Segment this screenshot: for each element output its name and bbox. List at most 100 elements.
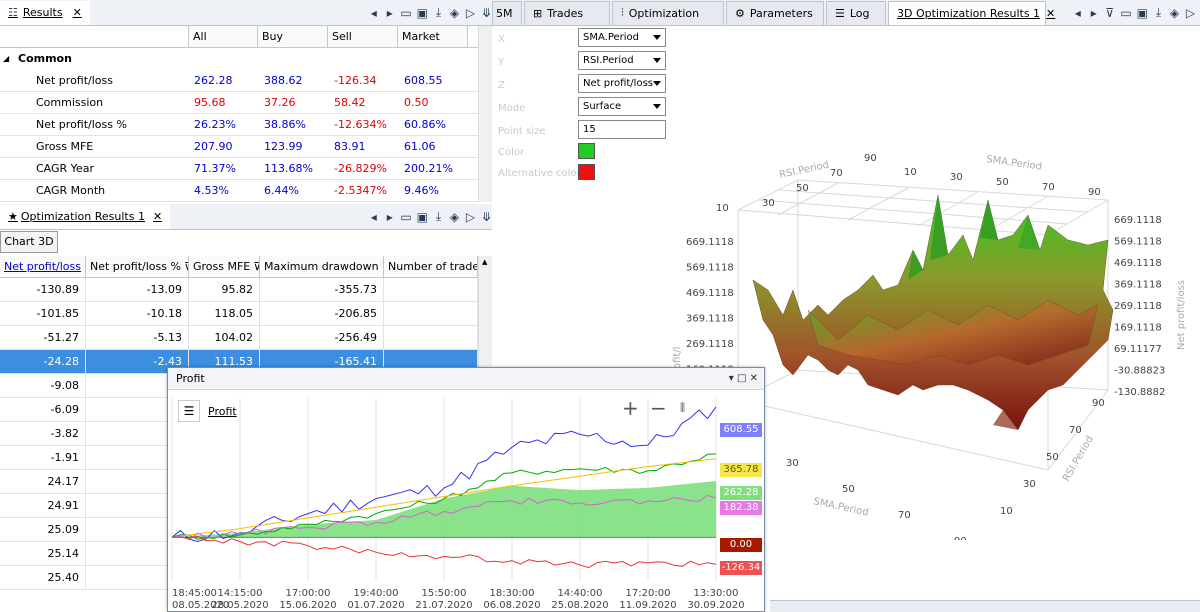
x-select[interactable]: SMA.Period <box>578 28 666 47</box>
table-row[interactable]: -130.89 -13.09 95.82 -355.73 <box>0 278 478 302</box>
sma-tick-label: 70 <box>898 510 911 521</box>
y-select-value: RSI.Period <box>583 55 634 66</box>
collapse-icon[interactable]: ◢ <box>3 48 9 70</box>
results-scrollbar[interactable] <box>478 26 492 202</box>
color-swatch[interactable] <box>578 143 595 159</box>
profit-title: Profit <box>176 372 205 385</box>
scroll-icon[interactable]: ⤋ <box>481 6 492 20</box>
mode-select[interactable]: Surface <box>578 97 666 116</box>
close-icon[interactable]: ✕ <box>1046 7 1055 20</box>
arrow-right-icon[interactable]: ▸ <box>384 210 395 224</box>
cell-dd: -355.73 <box>260 278 384 302</box>
scroll-up-icon[interactable]: ▲ <box>482 258 487 266</box>
star-icon: ★ <box>8 210 18 223</box>
arrow-left-icon[interactable]: ◂ <box>368 210 379 224</box>
sma-tick-label: 50 <box>842 484 855 495</box>
cell-nplp: -5.13 <box>86 326 189 350</box>
x-label: X <box>498 34 505 45</box>
profit-titlebar[interactable]: Profit ▾ □ ✕ <box>168 368 764 390</box>
z-select[interactable]: Net profit/loss <box>578 74 666 93</box>
code-icon[interactable]: ◈ <box>449 6 460 20</box>
table-row[interactable]: -51.27 -5.13 104.02 -256.49 <box>0 326 478 350</box>
results-row[interactable]: CAGR Month 4.53% 6.44% -2.5347% 9.46% <box>0 180 478 202</box>
tab-5m[interactable]: 5M <box>492 0 522 25</box>
col-max-drawdown[interactable]: Maximum drawdown⊽ <box>260 256 384 278</box>
tab-trades[interactable]: ⊞ Trades <box>524 0 610 25</box>
x-tick-time: 15:50:00 <box>422 588 467 599</box>
maximize-icon[interactable]: □ <box>737 373 746 384</box>
tab-parameters[interactable]: ⚙ Parameters <box>726 0 824 25</box>
tab-3d-optimization[interactable]: 3D Optimization Results 1 ✕ <box>888 0 1055 25</box>
scroll-icon[interactable]: ⤋ <box>481 210 492 224</box>
profit-window[interactable]: Profit ▾ □ ✕ ☰ Profit + − ⫼ 18:45:00 08.0… <box>167 367 765 612</box>
cell-npl: -1.91 <box>0 446 86 470</box>
tab-results[interactable]: ☷ Results ✕ <box>0 0 90 25</box>
value-badge: -126.34 <box>720 561 762 575</box>
results-row[interactable]: Net profit/loss 262.28 388.62 -126.34 608.55 <box>0 70 478 92</box>
results-row[interactable]: Commission 95.68 37.26 58.42 0.50 <box>0 92 478 114</box>
tab-optimization-results[interactable]: ★ Optimization Results 1 ✕ <box>0 204 171 229</box>
arrow-left-icon[interactable]: ◂ <box>368 6 379 20</box>
cell-buy: 38.86% <box>264 118 306 131</box>
col-gross-mfe[interactable]: Gross MFE⊽ <box>189 256 260 278</box>
folder-icon[interactable]: ▭ <box>400 210 411 224</box>
save-icon[interactable]: ▣ <box>417 210 428 224</box>
arrow-left-icon[interactable]: ◂ <box>1072 6 1083 20</box>
table-row[interactable]: -101.85 -10.18 118.05 -206.85 <box>0 302 478 326</box>
download-icon[interactable]: ⤓ <box>433 5 444 20</box>
dropdown-icon[interactable]: ▾ <box>729 373 734 384</box>
arrow-right-icon[interactable]: ▸ <box>384 6 395 20</box>
alt-color-swatch[interactable] <box>578 164 595 180</box>
chart3d-button[interactable]: Chart 3D <box>0 231 58 253</box>
tab-optimization[interactable]: ⫶ Optimization <box>612 0 724 25</box>
chart3d-surface <box>752 194 1114 431</box>
folder-icon[interactable]: ▭ <box>1120 6 1131 20</box>
col-sell[interactable]: Sell <box>328 26 398 48</box>
code-icon[interactable]: ◈ <box>449 210 460 224</box>
download-icon[interactable]: ⤓ <box>1153 5 1164 20</box>
results-toolbar: ◂ ▸ ▭ ▣ ⤓ ◈ ▷ ⤋ <box>362 5 492 20</box>
results-row[interactable]: Gross MFE 207.90 123.99 83.91 61.06 <box>0 136 478 158</box>
cell-buy: 123.99 <box>264 140 303 153</box>
save-icon[interactable]: ▣ <box>1137 6 1148 20</box>
filter-icon[interactable]: ⊽ <box>253 260 259 273</box>
col-all[interactable]: All <box>188 26 258 48</box>
col-trades[interactable]: Number of trades <box>384 256 478 278</box>
cell-npl: -6.09 <box>0 398 86 422</box>
y-select[interactable]: RSI.Period <box>578 51 666 70</box>
x-tick-time: 19:40:00 <box>354 588 399 599</box>
download-icon[interactable]: ⤓ <box>433 209 444 224</box>
play-icon[interactable]: ▷ <box>1185 6 1196 20</box>
chevron-down-icon <box>653 35 661 40</box>
tab-parameters-label: Parameters <box>749 6 813 20</box>
col-buy[interactable]: Buy <box>258 26 328 48</box>
tab-log[interactable]: ☰ Log <box>826 0 886 25</box>
col-net-profit[interactable]: Net profit/loss <box>0 256 86 278</box>
close-icon[interactable]: ✕ <box>750 373 758 384</box>
tab-results-label: Results <box>22 6 63 19</box>
play-icon[interactable]: ▷ <box>465 6 476 20</box>
cell-npl: -51.27 <box>0 326 86 350</box>
results-row[interactable]: CAGR Year 71.37% 113.68% -26.829% 200.21% <box>0 158 478 180</box>
code-icon[interactable]: ◈ <box>1169 6 1180 20</box>
point-size-input[interactable]: 15 <box>578 120 666 139</box>
col-market[interactable]: Market <box>398 26 468 48</box>
folder-icon[interactable]: ▭ <box>400 6 411 20</box>
cell-market: 0.50 <box>404 96 429 109</box>
sma-tick-label: 30 <box>786 458 799 469</box>
list-icon: ☰ <box>835 6 845 20</box>
close-icon[interactable]: ✕ <box>73 6 82 19</box>
results-row[interactable]: Net profit/loss % 26.23% 38.86% -12.634% 60.… <box>0 114 478 136</box>
z-tick-label: -130.8882 <box>1114 387 1165 398</box>
save-icon[interactable]: ▣ <box>417 6 428 20</box>
filter-icon[interactable]: ⊽ <box>1104 6 1115 20</box>
section-common[interactable]: ◢ Common <box>0 48 478 70</box>
play-icon[interactable]: ▷ <box>465 210 476 224</box>
value-badge: 182.38 <box>720 501 762 515</box>
profit-chart[interactable]: 18:45:0008.05.202014:15:0028.05.202017:0… <box>168 390 764 612</box>
col-net-profit-pct-label: Net profit/loss % <box>90 260 181 273</box>
cell-npl: 25.09 <box>0 518 86 542</box>
col-net-profit-pct[interactable]: Net profit/loss %⊽ <box>86 256 189 278</box>
arrow-right-icon[interactable]: ▸ <box>1088 6 1099 20</box>
close-icon[interactable]: ✕ <box>153 210 162 223</box>
